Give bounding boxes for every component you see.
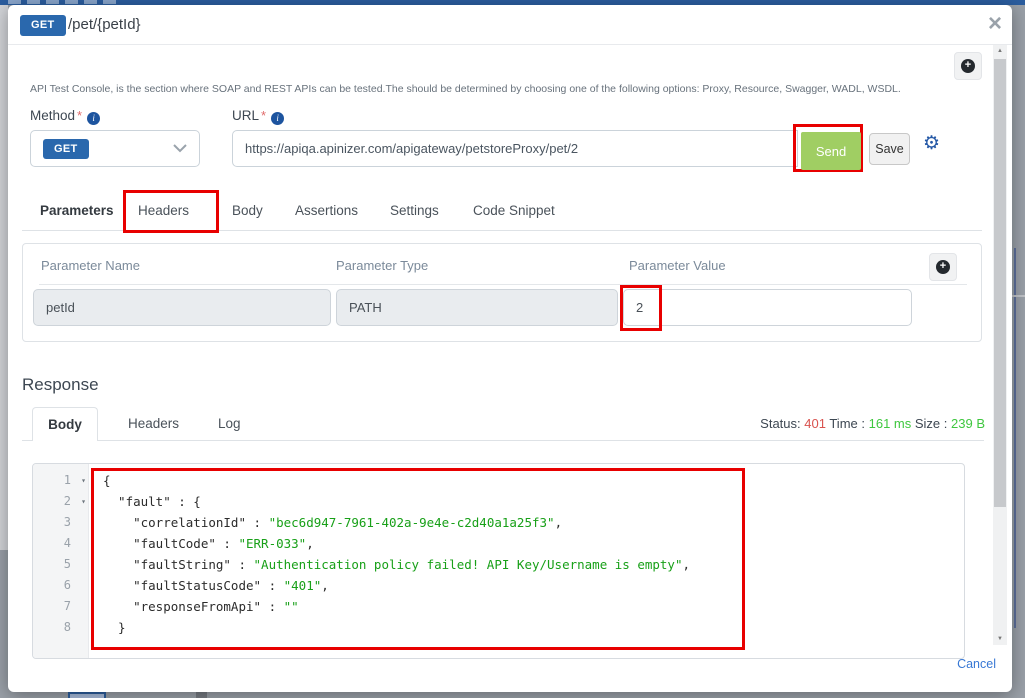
add-request-button[interactable]: + [954,52,982,80]
endpoint-path-title: /pet/{petId} [68,16,141,33]
background-left-strip [0,5,8,550]
background-horizontal-line [1012,295,1025,297]
screen: GET /pet/{petId} × + API Test Console, i… [0,0,1025,698]
headers-annotation-box [123,190,219,233]
column-parameter-value: Parameter Value [629,258,726,273]
modal-header: GET /pet/{petId} × [8,5,1012,45]
scroll-down-icon[interactable]: ▼ [993,633,1007,645]
modal-scrollbar[interactable]: ▲ ▼ [993,45,1007,645]
required-asterisk: * [77,108,82,123]
size-value: 239 B [951,416,985,431]
response-title: Response [22,375,99,395]
response-tab-body[interactable]: Body [32,407,98,441]
parameter-type-input[interactable] [336,289,618,326]
value-annotation-box [620,285,662,331]
tab-code-snippet[interactable]: Code Snippet [473,203,555,231]
response-tab-headers[interactable]: Headers [128,416,179,431]
fold-arrow-icon[interactable]: ▾ [81,470,86,491]
background-block-fragment [196,692,207,698]
url-input[interactable] [232,130,798,167]
api-test-console-modal: GET /pet/{petId} × + API Test Console, i… [8,5,1012,692]
info-icon[interactable]: i [87,112,100,125]
required-asterisk: * [261,108,266,123]
method-select-value: GET [43,139,89,159]
response-body-editor[interactable]: 1▾ { 2▾ "fault" : { 3 "correlationId" : … [32,463,965,659]
chevron-down-icon [173,140,187,158]
gear-icon[interactable]: ⚙ [923,132,940,155]
response-tab-log[interactable]: Log [218,416,241,431]
method-label-row: Method* i [30,107,100,125]
column-parameter-name: Parameter Name [41,258,140,273]
http-method-badge: GET [20,15,66,36]
cancel-link[interactable]: Cancel [957,657,996,671]
console-description: API Test Console, is the section where S… [30,83,920,95]
scroll-up-icon[interactable]: ▲ [993,45,1007,57]
response-tabs-divider [22,440,984,441]
circle-plus-icon: + [961,59,975,73]
send-button[interactable]: Send [801,132,861,170]
close-icon[interactable]: × [988,11,1002,37]
status-code: 401 [804,416,826,431]
status-label: Status: [760,416,800,431]
background-button-fragment [68,692,106,698]
scrollbar-thumb[interactable] [994,59,1006,507]
url-label-row: URL* i [232,107,284,125]
info-icon[interactable]: i [271,112,284,125]
column-parameter-type: Parameter Type [336,258,428,273]
method-select[interactable]: GET [30,130,200,167]
background-left-strip-lower [0,550,8,698]
send-annotation-box: Send [793,124,863,172]
tab-assertions[interactable]: Assertions [295,203,358,231]
add-parameter-button[interactable]: + [929,253,957,281]
background-vertical-line [1014,248,1016,628]
panel-divider [39,284,967,285]
method-label: Method [30,108,75,123]
fold-arrow-icon[interactable]: ▾ [81,491,86,512]
size-label: Size : [915,416,948,431]
tab-body[interactable]: Body [232,203,263,231]
circle-plus-icon: + [936,260,950,274]
tab-parameters[interactable]: Parameters [40,203,114,231]
save-button[interactable]: Save [869,133,910,165]
time-value: 161 ms [869,416,912,431]
parameter-name-input[interactable] [33,289,331,326]
parameter-value-input[interactable] [623,289,912,326]
response-status-line: Status: 401 Time : 161 ms Size : 239 B [760,416,985,431]
response-annotation-box [91,468,745,650]
url-label: URL [232,108,259,123]
tab-settings[interactable]: Settings [390,203,439,231]
parameters-panel: Parameter Name Parameter Type Parameter … [22,243,982,342]
background-topbar-text-fragment [8,0,118,4]
time-label: Time : [829,416,865,431]
